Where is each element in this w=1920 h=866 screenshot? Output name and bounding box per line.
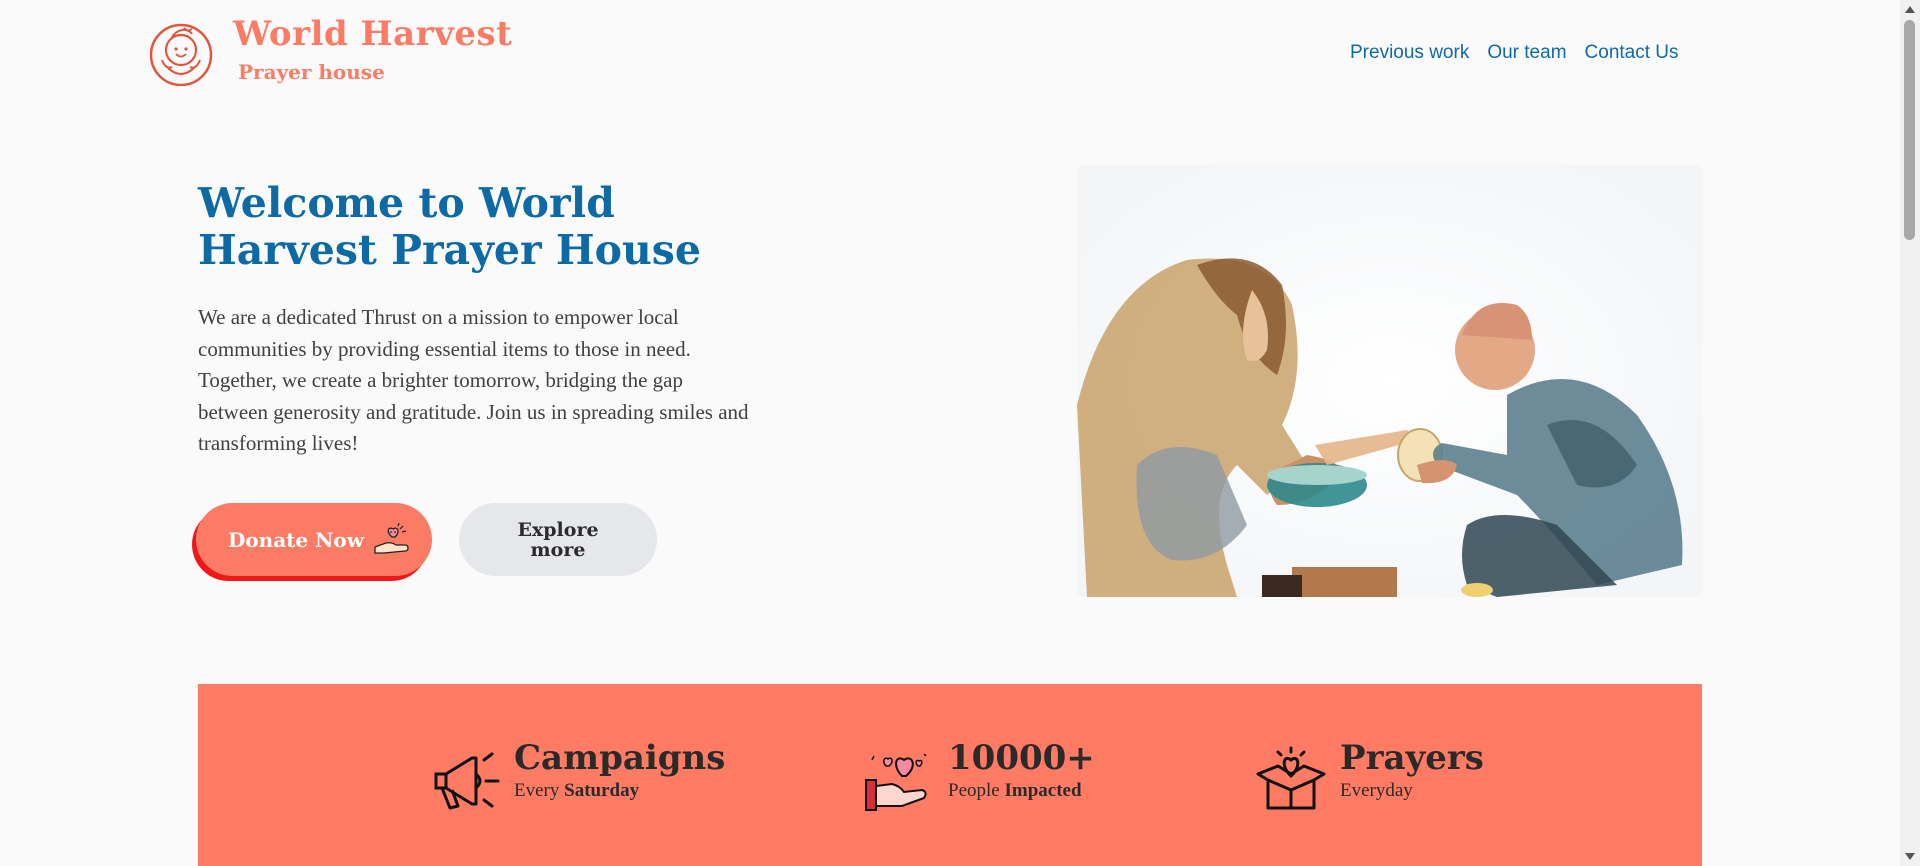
watercolor-giving-illustration-icon (1077, 165, 1702, 597)
stat-impact-title: 10000+ (948, 738, 1095, 778)
stat-prayers-title: Prayers (1340, 738, 1484, 778)
nav-link-our-team[interactable]: Our team (1487, 42, 1566, 64)
brand-title[interactable]: World Harvest (233, 14, 512, 54)
scroll-up-arrow-icon[interactable] (1905, 6, 1915, 13)
stat-people-impacted: 10000+ People Impacted (862, 738, 1095, 818)
donate-button-label: Donate Now (228, 527, 364, 552)
donate-now-button[interactable]: Donate Now (196, 503, 432, 576)
megaphone-icon (434, 752, 500, 810)
heart-in-hand-icon (374, 522, 409, 554)
nav-link-previous-work[interactable]: Previous work (1350, 42, 1469, 64)
stat-prayers-subtitle: Everyday (1340, 780, 1413, 801)
stat-prayers: Prayers Everyday (1254, 738, 1484, 818)
brand-subtitle: Prayer house (238, 60, 385, 84)
explore-more-button[interactable]: Explore more (459, 503, 657, 576)
hero-title: Welcome to World Harvest Prayer House (198, 179, 701, 274)
hero-description: We are a dedicated Thrust on a mission t… (198, 305, 749, 455)
stat-campaigns: Campaigns Every Saturday (428, 738, 725, 818)
stat-impact-subtitle: People Impacted (948, 780, 1082, 801)
scroll-down-arrow-icon[interactable] (1905, 853, 1915, 860)
nav-link-contact-us[interactable]: Contact Us (1585, 42, 1679, 64)
heart-box-icon (1256, 746, 1326, 810)
stat-campaigns-subtitle: Every Saturday (514, 780, 640, 801)
site-header: World Harvest Prayer house Previous work… (0, 0, 1900, 110)
hero-illustration (1077, 165, 1702, 597)
stats-band: Campaigns Every Saturday 10000+ People I… (198, 684, 1702, 866)
smiling-child-logo-icon[interactable] (148, 20, 214, 86)
scrollbar-thumb[interactable] (1904, 20, 1915, 240)
main-nav: Previous work Our team Contact Us (1350, 42, 1679, 64)
stat-campaigns-title: Campaigns (514, 738, 726, 778)
heart-hand-icon (865, 753, 927, 811)
page-scrollbar[interactable] (1900, 0, 1920, 866)
